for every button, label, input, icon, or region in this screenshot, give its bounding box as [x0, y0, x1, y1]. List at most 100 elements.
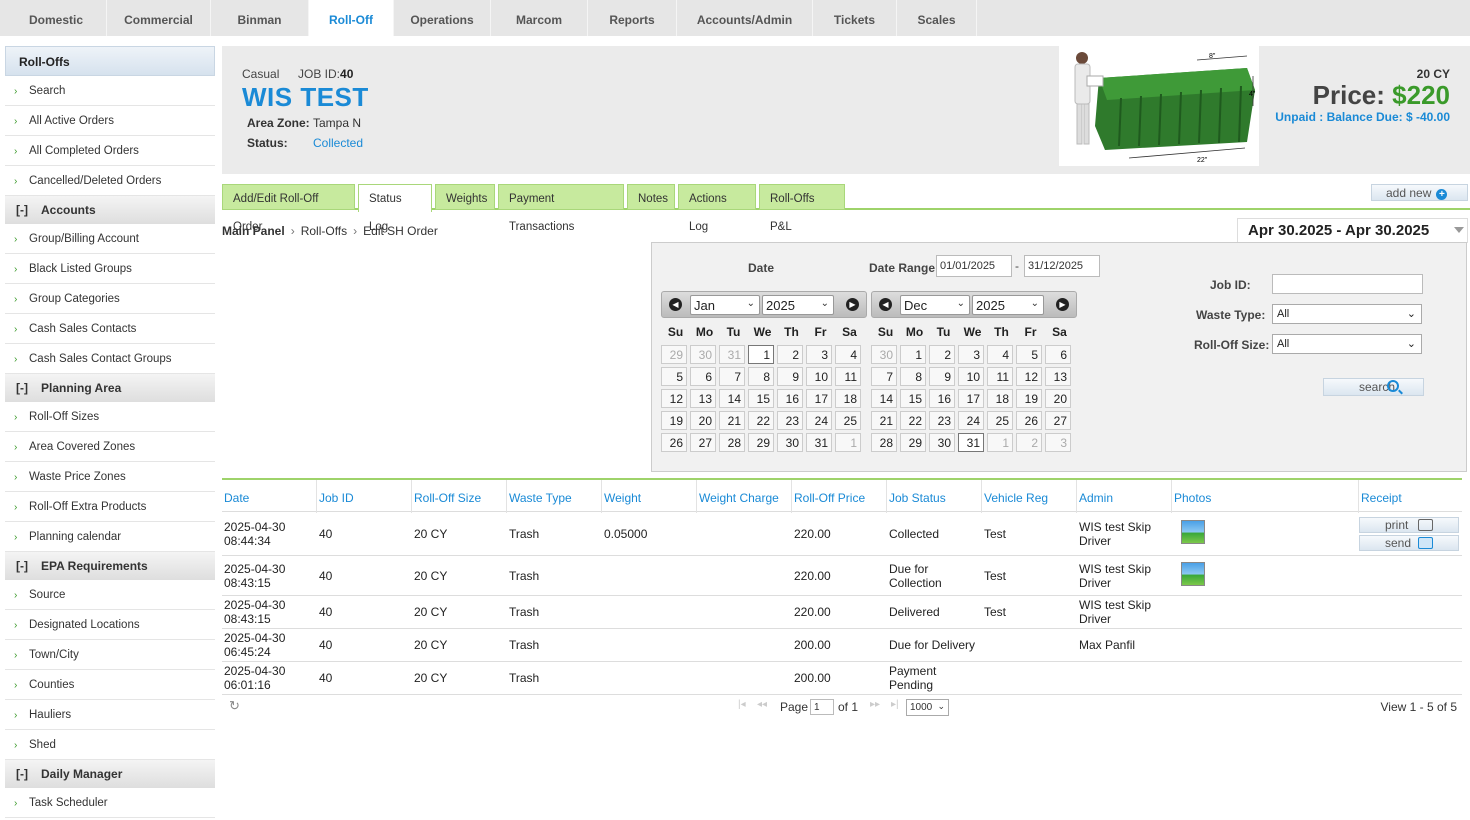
- calendar-day[interactable]: 10: [806, 367, 832, 386]
- calendar-day[interactable]: 1: [748, 345, 774, 364]
- calendar-day[interactable]: 12: [661, 389, 687, 408]
- month-select[interactable]: Dec ⌄: [900, 295, 970, 315]
- print-button[interactable]: print: [1359, 516, 1459, 533]
- calendar-day[interactable]: 6: [690, 367, 716, 386]
- add-new-button[interactable]: add new +: [1371, 184, 1468, 201]
- top-tab-marcom[interactable]: Marcom: [491, 0, 588, 36]
- job-id-input[interactable]: [1272, 274, 1423, 294]
- column-header-roll-off-size[interactable]: Roll-Off Size: [412, 480, 507, 513]
- breadcrumb-rolloffs[interactable]: Roll-Offs: [301, 224, 347, 238]
- calendar-day[interactable]: 11: [987, 367, 1013, 386]
- top-tab-roll-off[interactable]: Roll-Off: [309, 0, 394, 36]
- collapse-toggle[interactable]: [-]: [16, 559, 28, 573]
- calendar-day[interactable]: 27: [690, 433, 716, 452]
- prev-month-icon[interactable]: ◀: [669, 298, 682, 311]
- sidebar-item-all-completed-orders[interactable]: › All Completed Orders: [5, 136, 215, 166]
- calendar-day[interactable]: 1: [900, 345, 926, 364]
- calendar-day[interactable]: 22: [748, 411, 774, 430]
- calendar-day[interactable]: 25: [835, 411, 861, 430]
- calendar-day[interactable]: 29: [661, 345, 687, 364]
- collapse-toggle[interactable]: [-]: [16, 767, 28, 781]
- date-from-input[interactable]: 01/01/2025: [936, 255, 1012, 277]
- calendar-day[interactable]: 26: [1016, 411, 1042, 430]
- calendar-day[interactable]: 10: [958, 367, 984, 386]
- photo-thumbnail-icon[interactable]: [1181, 562, 1205, 586]
- column-header-admin[interactable]: Admin: [1077, 480, 1172, 513]
- calendar-day[interactable]: 22: [900, 411, 926, 430]
- tab-status-log[interactable]: Status Log: [358, 184, 432, 233]
- top-tab-operations[interactable]: Operations: [394, 0, 491, 36]
- page-input[interactable]: 1: [810, 699, 834, 715]
- calendar-day[interactable]: 29: [900, 433, 926, 452]
- breadcrumb-main-panel[interactable]: Main Panel: [222, 224, 285, 238]
- prev-month-icon[interactable]: ◀: [879, 298, 892, 311]
- first-page-icon[interactable]: |◂: [738, 699, 746, 710]
- sidebar-item-cancelled-deleted-orders[interactable]: › Cancelled/Deleted Orders: [5, 166, 215, 196]
- column-header-date[interactable]: Date: [222, 480, 317, 513]
- calendar-day[interactable]: 31: [958, 433, 984, 452]
- calendar-day[interactable]: 16: [929, 389, 955, 408]
- calendar-day[interactable]: 19: [661, 411, 687, 430]
- column-header-roll-off-price[interactable]: Roll-Off Price: [792, 480, 887, 513]
- sidebar-item-group-billing-account[interactable]: › Group/Billing Account: [5, 224, 215, 254]
- tab-weights[interactable]: Weights: [435, 184, 495, 210]
- calendar-day[interactable]: 15: [900, 389, 926, 408]
- calendar-day[interactable]: 15: [748, 389, 774, 408]
- sidebar-item-waste-price-zones[interactable]: › Waste Price Zones: [5, 462, 215, 492]
- next-month-icon[interactable]: ▶: [1056, 298, 1069, 311]
- column-header-receipt[interactable]: Receipt: [1359, 480, 1462, 513]
- sidebar-item-source[interactable]: › Source: [5, 580, 215, 610]
- calendar-day[interactable]: 4: [835, 345, 861, 364]
- sidebar-item-cash-sales-contacts[interactable]: › Cash Sales Contacts: [5, 314, 215, 344]
- calendar-day[interactable]: 29: [748, 433, 774, 452]
- calendar-day[interactable]: 14: [871, 389, 897, 408]
- calendar-day[interactable]: 26: [661, 433, 687, 452]
- column-header-weight[interactable]: Weight: [602, 480, 697, 513]
- tab-notes[interactable]: Notes: [627, 184, 675, 210]
- calendar-day[interactable]: 27: [1045, 411, 1071, 430]
- calendar-day[interactable]: 8: [900, 367, 926, 386]
- refresh-icon[interactable]: ↻: [229, 698, 240, 714]
- search-button[interactable]: search: [1323, 378, 1424, 396]
- calendar-day[interactable]: 6: [1045, 345, 1071, 364]
- sidebar-item-town-city[interactable]: › Town/City: [5, 640, 215, 670]
- sidebar-item-designated-locations[interactable]: › Designated Locations: [5, 610, 215, 640]
- tab-payment-transactions[interactable]: Payment Transactions: [498, 184, 624, 233]
- calendar-day[interactable]: 13: [690, 389, 716, 408]
- year-select[interactable]: 2025 ⌄: [972, 295, 1044, 315]
- calendar-day[interactable]: 30: [871, 345, 897, 364]
- column-header-weight-charge[interactable]: Weight Charge: [697, 480, 792, 513]
- calendar-day[interactable]: 30: [690, 345, 716, 364]
- sidebar-item-group-categories[interactable]: › Group Categories: [5, 284, 215, 314]
- calendar-day[interactable]: 2: [929, 345, 955, 364]
- month-select[interactable]: Jan ⌄: [690, 295, 760, 315]
- next-month-icon[interactable]: ▶: [846, 298, 859, 311]
- sidebar-section-epa-requirements[interactable]: [-] EPA Requirements: [5, 552, 215, 580]
- top-tab-accounts-admin[interactable]: Accounts/Admin: [677, 0, 813, 36]
- calendar-day[interactable]: 28: [719, 433, 745, 452]
- tab-add-edit-roll-off-order[interactable]: Add/Edit Roll-Off Order: [222, 184, 355, 233]
- sidebar-section-daily-manager[interactable]: [-] Daily Manager: [5, 760, 215, 788]
- calendar-day[interactable]: 23: [777, 411, 803, 430]
- calendar-day[interactable]: 16: [777, 389, 803, 408]
- calendar-day[interactable]: 30: [777, 433, 803, 452]
- calendar-day[interactable]: 5: [661, 367, 687, 386]
- calendar-day[interactable]: 14: [719, 389, 745, 408]
- rows-per-page-select[interactable]: 1000 ⌄: [906, 699, 949, 716]
- column-header-photos[interactable]: Photos: [1172, 480, 1359, 513]
- calendar-day[interactable]: 20: [690, 411, 716, 430]
- date-to-input[interactable]: 31/12/2025: [1024, 255, 1100, 277]
- column-header-job-status[interactable]: Job Status: [887, 480, 982, 513]
- collapse-toggle[interactable]: [-]: [16, 381, 28, 395]
- prev-page-icon[interactable]: ◂◂: [757, 699, 767, 710]
- rolloff-size-select[interactable]: All ⌄: [1272, 334, 1422, 354]
- calendar-day[interactable]: 2: [777, 345, 803, 364]
- calendar-day[interactable]: 17: [958, 389, 984, 408]
- calendar-day[interactable]: 3: [1045, 433, 1071, 452]
- calendar-day[interactable]: 21: [719, 411, 745, 430]
- sidebar-item-counties[interactable]: › Counties: [5, 670, 215, 700]
- calendar-day[interactable]: 13: [1045, 367, 1071, 386]
- column-header-job-id[interactable]: Job ID: [317, 480, 412, 513]
- calendar-day[interactable]: 1: [987, 433, 1013, 452]
- calendar-day[interactable]: 18: [987, 389, 1013, 408]
